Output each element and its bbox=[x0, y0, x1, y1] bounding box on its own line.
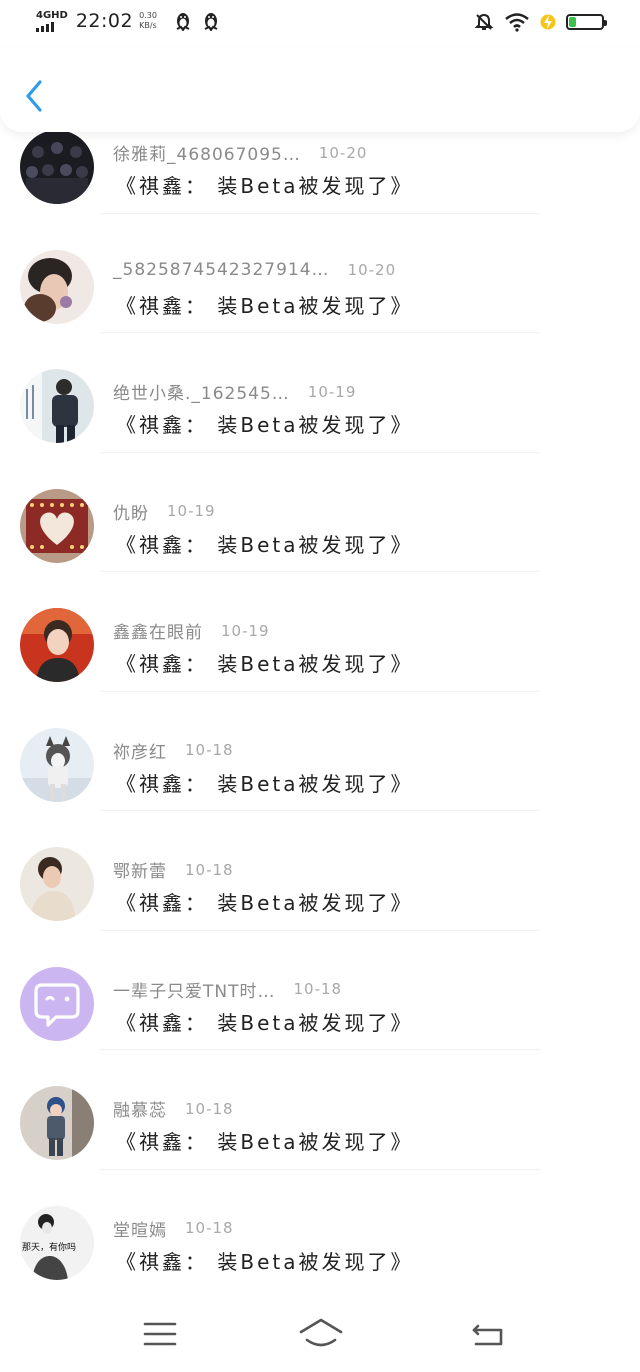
post-title[interactable]: 《祺鑫： 装Beta被发现了》 bbox=[116, 768, 413, 797]
post-title[interactable]: 《祺鑫： 装Beta被发现了》 bbox=[116, 648, 413, 677]
avatar[interactable] bbox=[20, 847, 94, 921]
post-date: 10-18 bbox=[185, 1219, 234, 1237]
post-list: 徐雅莉_468067095… 10-20 《祺鑫： 装Beta被发现了》 _58… bbox=[0, 92, 640, 1287]
post-title[interactable]: 《祺鑫： 装Beta被发现了》 bbox=[116, 1126, 413, 1155]
post-date: 10-19 bbox=[167, 502, 216, 520]
avatar[interactable] bbox=[20, 1086, 94, 1160]
menu-icon[interactable] bbox=[140, 1316, 180, 1352]
post-date: 10-18 bbox=[185, 1099, 234, 1118]
nickname[interactable]: 鄂新蕾 bbox=[113, 857, 167, 882]
avatar[interactable]: 那天，有你吗 bbox=[20, 1205, 94, 1280]
nickname[interactable]: 仇盼 bbox=[113, 499, 149, 524]
list-item[interactable]: 融慕蕊 10-18 《祺鑫： 装Beta被发现了》 bbox=[0, 1048, 640, 1170]
post-date: 10-18 bbox=[185, 860, 234, 879]
post-title[interactable]: 《祺鑫： 装Beta被发现了》 bbox=[116, 1007, 413, 1036]
list-item[interactable]: 仇盼 10-19 《祺鑫： 装Beta被发现了》 bbox=[0, 451, 640, 572]
network-speed: 0.30 KB/s bbox=[139, 11, 157, 31]
speed-value: 0.30 bbox=[139, 11, 157, 20]
network-indicator: 4GHD bbox=[36, 10, 68, 32]
wifi-icon bbox=[505, 13, 529, 32]
battery-level bbox=[569, 17, 576, 27]
avatar[interactable] bbox=[20, 488, 94, 563]
post-title[interactable]: 《祺鑫： 装Beta被发现了》 bbox=[116, 1246, 413, 1275]
back-icon[interactable] bbox=[468, 1316, 508, 1352]
chevron-left-icon[interactable] bbox=[20, 78, 48, 114]
home-icon[interactable] bbox=[298, 1316, 344, 1352]
avatar[interactable] bbox=[20, 130, 94, 204]
post-date: 10-20 bbox=[347, 260, 397, 279]
list-item[interactable]: 祢彦红 10-18 《祺鑫： 装Beta被发现了》 bbox=[0, 690, 640, 811]
signal-icon bbox=[36, 22, 54, 32]
avatar[interactable] bbox=[20, 608, 94, 682]
nickname[interactable]: 堂暄嫣 bbox=[113, 1216, 167, 1241]
status-bar: 4GHD 22:02 0.30 KB/s 21 bbox=[0, 0, 640, 48]
list-item[interactable]: 那天，有你吗 堂暄嫣 10-18 《祺鑫： 装Beta被发现了》 bbox=[0, 1168, 640, 1288]
avatar[interactable] bbox=[20, 249, 94, 324]
nickname[interactable]: 鑫鑫在眼前 bbox=[113, 618, 203, 643]
network-type: 4GHD bbox=[36, 10, 68, 21]
post-date: 10-20 bbox=[318, 143, 368, 162]
list-item[interactable]: 鄂新蕾 10-18 《祺鑫： 装Beta被发现了》 bbox=[0, 809, 640, 931]
list-item[interactable]: 绝世小桑._162545… 10-19 《祺鑫： 装Beta被发现了》 bbox=[0, 331, 640, 453]
clock: 22:02 bbox=[75, 10, 134, 32]
battery-icon: 21 bbox=[566, 14, 607, 30]
nickname[interactable]: 绝世小桑._162545… bbox=[113, 379, 290, 404]
avatar[interactable] bbox=[20, 369, 94, 443]
post-title[interactable]: 《祺鑫： 装Beta被发现了》 bbox=[116, 529, 413, 558]
post-date: 10-18 bbox=[185, 741, 234, 759]
avatar[interactable] bbox=[20, 727, 94, 802]
speed-unit: KB/s bbox=[139, 21, 157, 30]
mute-bell-icon bbox=[474, 13, 494, 30]
qq-penguin-icon bbox=[176, 13, 190, 31]
post-date: 10-18 bbox=[293, 980, 343, 998]
top-header bbox=[0, 48, 640, 132]
post-date: 10-19 bbox=[307, 382, 357, 401]
nickname[interactable]: 一辈子只爱TNT时… bbox=[113, 977, 276, 1002]
nickname[interactable]: 徐雅莉_468067095… bbox=[113, 140, 301, 165]
post-date: 10-19 bbox=[221, 621, 270, 640]
list-item[interactable]: _5825874542327914… 10-20 《祺鑫： 装Beta被发现了》 bbox=[0, 212, 640, 333]
list-item[interactable]: 一辈子只爱TNT时… 10-18 《祺鑫： 装Beta被发现了》 bbox=[0, 929, 640, 1050]
list-item[interactable]: 鑫鑫在眼前 10-19 《祺鑫： 装Beta被发现了》 bbox=[0, 570, 640, 692]
post-title[interactable]: 《祺鑫： 装Beta被发现了》 bbox=[116, 290, 413, 319]
post-title[interactable]: 《祺鑫： 装Beta被发现了》 bbox=[116, 887, 413, 916]
post-title[interactable]: 《祺鑫： 装Beta被发现了》 bbox=[116, 170, 413, 199]
nickname[interactable]: 祢彦红 bbox=[113, 738, 167, 763]
avatar[interactable] bbox=[20, 966, 94, 1041]
system-nav-bar bbox=[0, 1296, 640, 1372]
charging-icon bbox=[540, 14, 556, 30]
battery-percent: 21 bbox=[578, 17, 592, 27]
nickname[interactable]: 融慕蕊 bbox=[113, 1096, 167, 1121]
post-title[interactable]: 《祺鑫： 装Beta被发现了》 bbox=[116, 409, 413, 438]
qq-penguin-icon bbox=[204, 13, 218, 31]
nickname[interactable]: _5825874542327914… bbox=[113, 260, 330, 280]
avatar-caption: 那天，有你吗 bbox=[22, 1242, 77, 1253]
